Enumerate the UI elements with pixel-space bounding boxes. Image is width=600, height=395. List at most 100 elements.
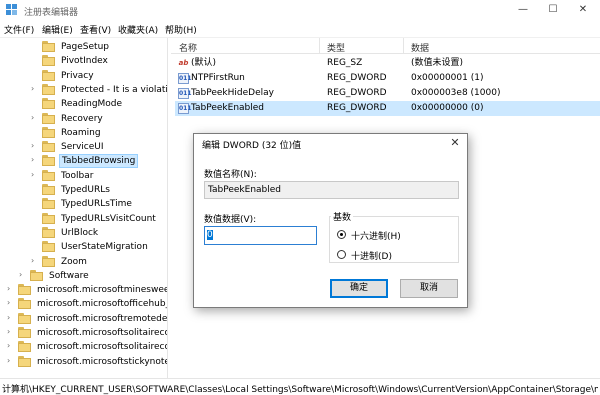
dword-value-icon: 011 [178, 103, 192, 114]
tree-item-label: microsoft.microsoftminesweep [37, 285, 168, 296]
tree-item[interactable]: › Software [19, 269, 167, 283]
close-button[interactable]: ✕ [568, 0, 598, 20]
folder-icon [42, 198, 55, 210]
registry-key-tree[interactable]: PageSetup PivotIndex Privacy › Protected - I… [0, 38, 168, 378]
hex-radio-label[interactable]: 十六进制(H) [351, 229, 401, 242]
folder-icon [18, 341, 31, 353]
value-name-cell: TabPeekHideDelay [191, 88, 274, 98]
tree-item[interactable]: UrlBlock [42, 226, 167, 240]
dword-value-icon: 011 [178, 88, 192, 99]
menu-view[interactable]: 查看(V) [80, 23, 111, 36]
base-group-title: 基数 [331, 210, 354, 223]
menu-file[interactable]: 文件(F) [4, 23, 34, 36]
value-name-cell: (默认) [191, 58, 217, 68]
list-header: 名称 类型 数据 [171, 38, 600, 54]
tree-item[interactable]: › ServiceUI [31, 140, 167, 154]
value-row[interactable]: 011 TabPeekEnabled REG_DWORD 0x00000000 (0) [175, 101, 600, 116]
tree-item[interactable]: › Toolbar [31, 169, 167, 183]
tree-item-label: microsoft.microsoftstickynotes_ [37, 356, 168, 367]
expand-chevron-icon[interactable]: › [31, 113, 41, 125]
folder-icon [18, 327, 31, 338]
expand-chevron-icon[interactable]: › [31, 170, 41, 182]
value-data-cell: 0x00000000 (0) [411, 103, 484, 113]
folder-icon [42, 41, 55, 52]
tree-item[interactable]: Roaming [42, 126, 167, 140]
tree-item[interactable]: TypedURLsTime [42, 197, 167, 211]
decimal-radio[interactable] [337, 250, 346, 259]
tree-item[interactable]: › microsoft.microsoftofficehub_8 [7, 297, 167, 311]
folder-icon [18, 312, 31, 324]
value-type-cell: REG_DWORD [327, 88, 387, 98]
menu-help[interactable]: 帮助(H) [165, 23, 197, 36]
expand-chevron-icon[interactable]: › [19, 270, 29, 282]
value-row[interactable]: ab (默认) REG_SZ (数值未设置) [175, 56, 600, 71]
expand-chevron-icon[interactable]: › [7, 284, 17, 296]
expand-chevron-icon[interactable]: › [7, 298, 17, 310]
tree-item[interactable]: › microsoft.microsoftminesweep [7, 283, 168, 297]
expand-chevron-icon[interactable]: › [7, 313, 17, 325]
tree-item[interactable]: › Protected - It is a violati [31, 83, 167, 97]
tree-item-label: Software [49, 270, 89, 281]
column-header-type[interactable]: 类型 [327, 41, 345, 54]
expand-chevron-icon[interactable]: › [7, 356, 17, 368]
column-header-name[interactable]: 名称 [179, 41, 197, 54]
tree-item-label: UserStateMigration [61, 242, 148, 253]
expand-chevron-icon[interactable]: › [7, 341, 17, 353]
edit-dword-dialog: 编辑 DWORD (32 位)值 ✕ 数值名称(N): TabPeekEnabl… [193, 133, 468, 308]
tree-item[interactable]: PageSetup [42, 40, 167, 54]
column-divider[interactable] [403, 38, 404, 54]
value-type-cell: REG_SZ [327, 58, 363, 68]
tree-item[interactable]: › TabbedBrowsing [31, 154, 167, 169]
menu-bar: 文件(F) 编辑(E) 查看(V) 收藏夹(A) 帮助(H) [0, 20, 600, 38]
value-data-input[interactable]: 0 [204, 226, 317, 245]
value-data-label: 数值数据(V): [204, 215, 257, 225]
maximize-button[interactable]: ☐ [538, 0, 568, 20]
tree-item[interactable]: PivotIndex [42, 54, 167, 68]
hex-radio[interactable] [337, 230, 346, 239]
column-divider[interactable] [319, 38, 320, 54]
dword-value-icon: 011 [178, 73, 192, 84]
tree-item[interactable]: › microsoft.microsoftsolitairecoll [7, 340, 167, 354]
folder-icon [42, 255, 55, 267]
tree-item-label: Zoom [61, 256, 87, 267]
expand-chevron-icon[interactable]: › [31, 141, 41, 153]
value-row[interactable]: 011 NTPFirstRun REG_DWORD 0x00000001 (1) [175, 71, 600, 86]
cancel-button[interactable]: 取消 [400, 279, 458, 298]
tree-item[interactable]: › Recovery [31, 112, 167, 126]
dialog-title: 编辑 DWORD (32 位)值 [202, 141, 302, 151]
tree-item[interactable]: TypedURLs [42, 183, 167, 197]
expand-chevron-icon[interactable]: › [31, 155, 41, 167]
tree-item[interactable]: TypedURLsVisitCount [42, 212, 167, 226]
tree-item[interactable]: Privacy [42, 69, 167, 83]
tree-item-label: TypedURLs [61, 185, 110, 195]
column-header-data[interactable]: 数据 [411, 41, 429, 54]
expand-chevron-icon[interactable]: › [31, 256, 41, 268]
folder-icon [30, 269, 43, 281]
expand-chevron-icon[interactable]: › [31, 84, 41, 96]
expand-chevron-icon[interactable]: › [7, 327, 17, 339]
title-bar: 注册表编辑器 — ☐ ✕ [0, 0, 600, 20]
ok-button[interactable]: 确定 [330, 279, 388, 298]
registry-path: 计算机\HKEY_CURRENT_USER\SOFTWARE\Classes\L… [2, 385, 598, 395]
tree-item[interactable]: › microsoft.microsoftremotedesl [7, 312, 168, 326]
decimal-radio-label[interactable]: 十进制(D) [351, 249, 392, 262]
folder-icon [42, 155, 55, 167]
tree-item[interactable]: › Zoom [31, 255, 167, 269]
tree-item[interactable]: › microsoft.microsoftsolitairecoll [7, 326, 167, 340]
menu-edit[interactable]: 编辑(E) [42, 23, 73, 36]
dialog-close-button[interactable]: ✕ [447, 135, 463, 151]
folder-icon [42, 98, 55, 110]
tree-item-label: ReadingMode [61, 99, 123, 110]
tree-item-label: microsoft.microsoftremotedesl [37, 313, 168, 324]
tree-item[interactable]: › microsoft.microsoftstickynotes_ [7, 355, 168, 369]
minimize-button[interactable]: — [508, 0, 538, 20]
value-row[interactable]: 011 TabPeekHideDelay REG_DWORD 0x000003e8 (… [175, 86, 600, 101]
tree-item-label: UrlBlock [61, 227, 99, 238]
folder-icon [42, 112, 55, 124]
tree-item[interactable]: ReadingMode [42, 97, 167, 111]
status-bar: 计算机\HKEY_CURRENT_USER\SOFTWARE\Classes\L… [0, 378, 600, 395]
folder-icon [42, 126, 55, 138]
folder-icon [42, 55, 55, 67]
menu-favorites[interactable]: 收藏夹(A) [118, 23, 158, 36]
tree-item[interactable]: UserStateMigration [42, 240, 167, 254]
